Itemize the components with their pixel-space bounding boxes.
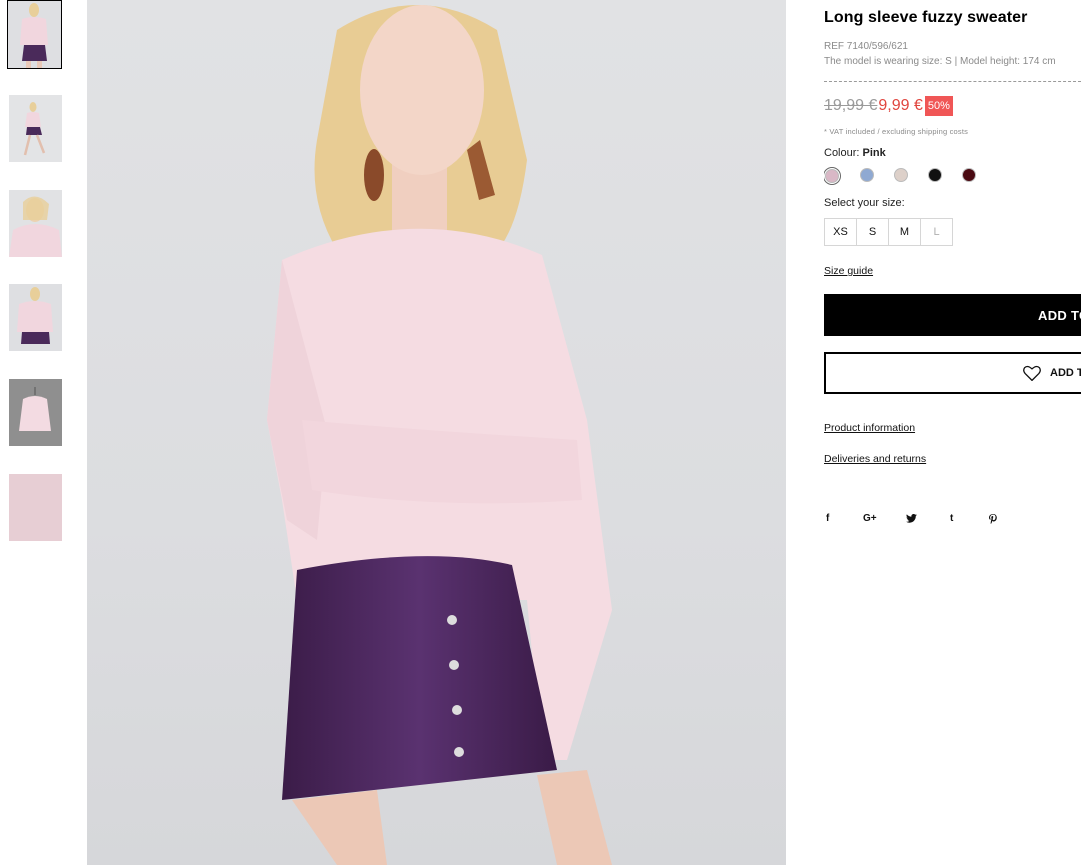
- selected-colour: Pink: [862, 147, 886, 159]
- discount-badge: 50%: [924, 96, 953, 116]
- facebook-icon[interactable]: f: [826, 513, 829, 524]
- size-m[interactable]: M: [888, 218, 921, 246]
- colour-label: Colour: Pink: [824, 147, 886, 159]
- product-title: Long sleeve fuzzy sweater: [824, 9, 1028, 26]
- thumbnail-2[interactable]: [8, 94, 63, 163]
- deliveries-returns-link[interactable]: Deliveries and returns: [824, 453, 926, 465]
- size-s[interactable]: S: [856, 218, 889, 246]
- size-guide-link[interactable]: Size guide: [824, 265, 873, 277]
- old-price: 19,99 €: [824, 97, 878, 114]
- swatch-burgundy[interactable]: [962, 168, 976, 182]
- google-plus-icon[interactable]: G+: [863, 513, 877, 524]
- heart-icon: [1023, 365, 1041, 382]
- thumbnail-5[interactable]: [8, 378, 63, 447]
- thumbnail-1[interactable]: [7, 0, 62, 69]
- sale-price: 9,99 €: [878, 97, 923, 114]
- product-ref: REF 7140/596/621: [824, 41, 908, 52]
- pinterest-icon[interactable]: [989, 514, 997, 527]
- size-selector: XS S M L: [824, 218, 953, 246]
- colour-label-text: Colour:: [824, 147, 860, 159]
- product-information-link[interactable]: Product information: [824, 422, 915, 434]
- swatch-beige[interactable]: [894, 168, 908, 182]
- swatch-black[interactable]: [928, 168, 942, 182]
- size-xs[interactable]: XS: [824, 218, 857, 246]
- twitter-icon[interactable]: [906, 513, 917, 526]
- vat-note: * VAT included / excluding shipping cost…: [824, 127, 969, 136]
- tumblr-icon[interactable]: t: [950, 513, 953, 524]
- swatch-pink[interactable]: [825, 169, 839, 183]
- add-to-cart-label: ADD TO: [1038, 307, 1081, 323]
- size-l[interactable]: L: [920, 218, 953, 246]
- swatch-blue[interactable]: [860, 168, 874, 182]
- divider: [824, 81, 1081, 82]
- add-to-wishlist-button[interactable]: ADD T: [824, 352, 1081, 394]
- thumbnail-4[interactable]: [8, 283, 63, 352]
- main-product-image[interactable]: [87, 0, 786, 865]
- model-photo: [267, 5, 612, 865]
- add-to-wishlist-label: ADD T: [1050, 367, 1081, 379]
- thumbnail-6[interactable]: [8, 473, 63, 542]
- thumbnail-3[interactable]: [8, 189, 63, 258]
- add-to-cart-button[interactable]: ADD TO: [824, 294, 1081, 336]
- colour-swatches: [824, 168, 1024, 184]
- size-label: Select your size:: [824, 197, 905, 209]
- product-detail-panel: Long sleeve fuzzy sweater REF 7140/596/6…: [824, 0, 1081, 865]
- social-share: f G+ t: [824, 513, 1024, 529]
- model-info: The model is wearing size: S | Model hei…: [824, 56, 1056, 67]
- price-block: 19,99 €9,99 €50%: [824, 96, 953, 118]
